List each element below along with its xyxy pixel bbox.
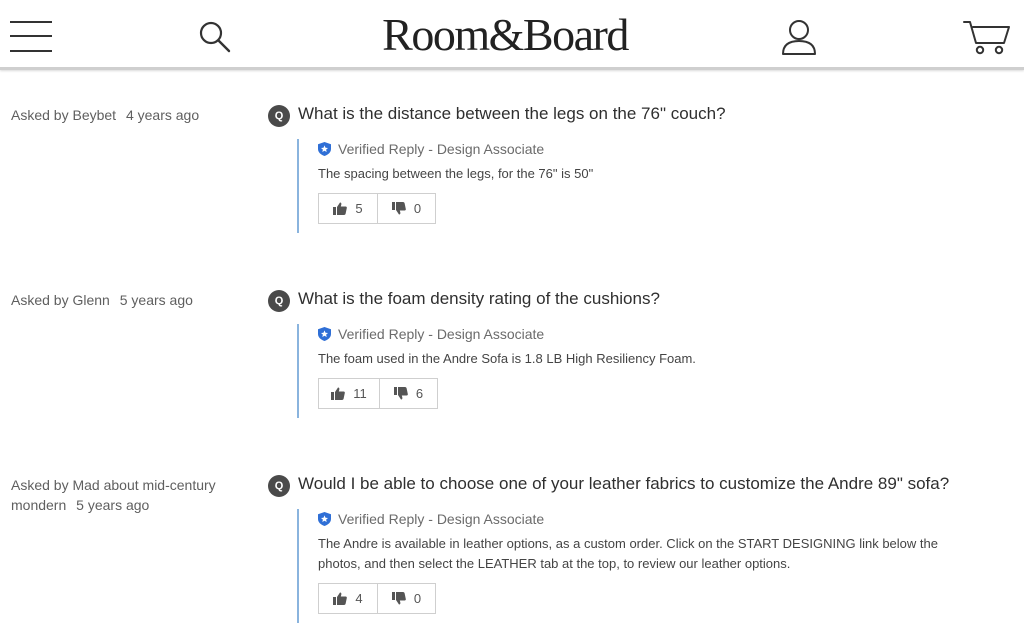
downvote-count: 0 <box>413 591 422 606</box>
reply-block: Verified Reply - Design Associate The An… <box>297 509 997 623</box>
downvote-count: 0 <box>413 201 422 216</box>
author-name: Glenn <box>72 292 110 308</box>
asked-time: 5 years ago <box>76 497 150 513</box>
question-badge: Q <box>268 290 290 312</box>
downvote-count: 6 <box>415 386 424 401</box>
asked-by-label: Asked by <box>11 292 69 308</box>
verified-shield-icon <box>318 327 331 341</box>
upvote-button[interactable]: 4 <box>319 584 377 613</box>
reply-meta: Verified Reply - Design Associate <box>318 139 981 159</box>
downvote-button[interactable]: 6 <box>379 379 437 408</box>
vote-group: 5 0 <box>318 193 436 224</box>
thumbs-up-icon <box>333 592 348 605</box>
site-header: Room&Board <box>0 0 1024 70</box>
brand-logo[interactable]: Room&Board <box>0 8 1010 61</box>
downvote-button[interactable]: 0 <box>377 194 435 223</box>
reply-label: Verified Reply - Design Associate <box>338 326 545 342</box>
reply-label: Verified Reply - Design Associate <box>338 141 545 157</box>
asked-time: 5 years ago <box>119 292 193 308</box>
author-name: Beybet <box>72 107 117 123</box>
question-text: What is the foam density rating of the c… <box>298 289 660 308</box>
upvote-count: 4 <box>355 591 363 606</box>
reply-block: Verified Reply - Design Associate The fo… <box>297 324 997 418</box>
thumbs-down-icon <box>391 592 406 605</box>
asker-info: Asked by Glenn 5 years ago <box>11 290 241 310</box>
thumbs-up-icon <box>333 202 348 215</box>
upvote-count: 11 <box>353 386 367 401</box>
asker-info: Asked by Mad about mid-century mondern 5… <box>11 475 226 515</box>
thumbs-down-icon <box>391 202 406 215</box>
reply-text: The Andre is available in leather option… <box>318 536 938 571</box>
downvote-button[interactable]: 0 <box>377 584 435 613</box>
asked-by-label: Asked by <box>11 107 69 123</box>
reply-meta: Verified Reply - Design Associate <box>318 324 981 344</box>
question-text: What is the distance between the legs on… <box>298 104 726 123</box>
verified-shield-icon <box>318 142 331 156</box>
reply-text: The spacing between the legs, for the 76… <box>318 166 594 181</box>
asker-info: Asked by Beybet 4 years ago <box>11 105 241 125</box>
asked-by-label: Asked by <box>11 477 69 493</box>
reply-meta: Verified Reply - Design Associate <box>318 509 981 529</box>
vote-group: 11 6 <box>318 378 438 409</box>
upvote-button[interactable]: 11 <box>319 379 379 408</box>
question-badge: Q <box>268 475 290 497</box>
asked-time: 4 years ago <box>125 107 200 123</box>
reply-text: The foam used in the Andre Sofa is 1.8 L… <box>318 351 696 366</box>
reply-label: Verified Reply - Design Associate <box>338 511 545 527</box>
question-text: Would I be able to choose one of your le… <box>298 474 950 493</box>
account-icon[interactable] <box>780 18 818 56</box>
upvote-button[interactable]: 5 <box>319 194 377 223</box>
thumbs-down-icon <box>393 387 408 400</box>
verified-shield-icon <box>318 512 331 526</box>
vote-group: 4 0 <box>318 583 436 614</box>
thumbs-up-icon <box>331 387 346 400</box>
upvote-count: 5 <box>355 201 363 216</box>
question-badge: Q <box>268 105 290 127</box>
cart-icon[interactable] <box>962 18 1012 56</box>
reply-block: Verified Reply - Design Associate The sp… <box>297 139 997 233</box>
